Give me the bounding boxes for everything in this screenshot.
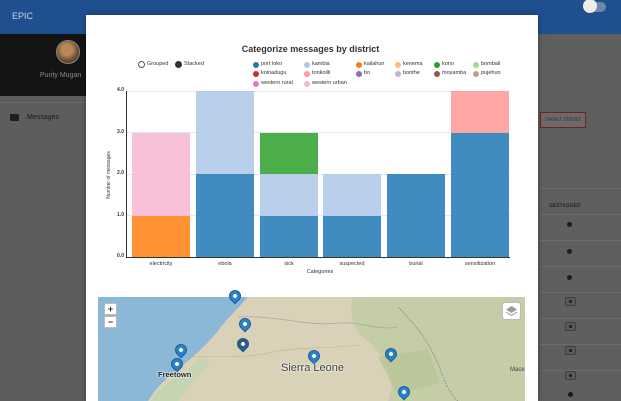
sidebar-item-messages[interactable]: Messages (27, 114, 59, 121)
table-divider (540, 344, 621, 345)
x-axis (126, 257, 510, 258)
legend-swatch (304, 61, 310, 68)
x-tick-label: suspected (339, 261, 365, 267)
legend-item[interactable]: bombali (481, 61, 500, 68)
row-action-icon[interactable] (567, 249, 572, 254)
bar-segment[interactable] (260, 132, 318, 174)
row-action-button[interactable] (565, 371, 576, 380)
map-label-country: Sierra Leone (281, 362, 344, 374)
bar-segment[interactable] (196, 174, 254, 257)
row-action-icon[interactable] (568, 392, 573, 397)
stacked-radio[interactable] (175, 61, 182, 68)
row-action-button[interactable] (565, 297, 576, 306)
row-action-icon[interactable] (567, 222, 572, 227)
y-tick-label: 3.0 (117, 128, 124, 135)
zoom-in-button[interactable]: + (104, 303, 117, 315)
legend-swatch (304, 70, 310, 77)
legend-swatch (395, 61, 401, 68)
table-divider (540, 318, 621, 319)
bar-segment[interactable] (260, 215, 318, 257)
user-name: Purity Mugan (40, 72, 82, 79)
legend-item[interactable]: pujehun (481, 70, 501, 77)
legend-swatch (356, 70, 362, 77)
sidebar-divider (0, 102, 86, 103)
row-action-button[interactable] (565, 346, 576, 355)
x-tick-label: electricity (149, 261, 173, 267)
bar-segment[interactable] (387, 174, 445, 257)
legend-swatch (304, 80, 310, 87)
x-axis-title: Categories (306, 269, 334, 275)
legend-item[interactable]: tonkolili (312, 70, 330, 77)
legend-item[interactable]: western urban (312, 80, 347, 87)
legend-swatch (253, 61, 259, 68)
legend-item[interactable]: western rural (261, 80, 293, 87)
legend-swatch (253, 80, 259, 87)
bar-segment[interactable] (132, 132, 190, 216)
sidebar (0, 96, 86, 401)
bar-segment[interactable] (323, 215, 381, 257)
legend-swatch (395, 70, 401, 77)
legend-swatch (253, 70, 259, 77)
map-label-city: Freetown (158, 370, 192, 379)
legend-item[interactable]: moyamba (442, 70, 466, 77)
map-label: Mace (510, 367, 525, 373)
messages-icon (10, 114, 19, 121)
table-divider (540, 188, 621, 189)
legend-item[interactable]: bonthe (403, 70, 420, 77)
x-tick-label: sick (284, 261, 294, 267)
legend-item[interactable]: koinadugu (261, 70, 286, 77)
x-tick-label: ebola (218, 261, 232, 267)
y-axis (126, 91, 127, 258)
table-divider (540, 292, 621, 293)
y-tick-label: 4.0 (117, 87, 124, 93)
bar-segment[interactable] (260, 174, 318, 216)
legend-item[interactable]: kambia (312, 61, 330, 68)
legend-swatch (434, 61, 440, 68)
legend-swatch (473, 70, 479, 77)
chart-title: Categorize messages by district (241, 44, 380, 54)
table-column-header: GESTAGGED (549, 203, 581, 209)
y-tick-label: 0.0 (117, 253, 124, 259)
table-divider (540, 214, 621, 215)
layers-button[interactable] (502, 302, 521, 320)
district-select[interactable]: Select district (540, 112, 586, 128)
layers-icon (505, 306, 518, 317)
legend-swatch (473, 61, 479, 68)
x-tick-label: burial (409, 261, 423, 267)
bar-segment[interactable] (451, 132, 509, 257)
bar-segment[interactable] (451, 91, 509, 133)
y-tick-label: 1.0 (117, 211, 124, 218)
grouped-radio[interactable] (138, 61, 145, 68)
bar-segment[interactable] (196, 91, 254, 174)
legend-item[interactable]: kono (442, 61, 454, 68)
legend-swatch (356, 61, 362, 68)
legend-item[interactable]: kailahun (364, 61, 385, 68)
legend-item[interactable]: kenema (403, 61, 423, 68)
y-axis-title: Number of messages (106, 151, 112, 199)
grouped-label[interactable]: Grouped (147, 61, 168, 68)
x-tick-label: sensitization (464, 261, 496, 267)
stacked-label[interactable]: Stacked (184, 61, 204, 68)
zoom-out-button[interactable]: − (104, 316, 117, 328)
app-title: EPIC (12, 11, 34, 21)
legend-item[interactable]: bo (364, 70, 370, 77)
legend-swatch (434, 70, 440, 77)
legend-item[interactable]: port loko (261, 61, 282, 68)
table-divider (540, 266, 621, 267)
row-action-button[interactable] (565, 322, 576, 331)
bar-segment[interactable] (132, 215, 190, 257)
table-divider (540, 370, 621, 371)
table-divider (540, 240, 621, 241)
row-action-icon[interactable] (567, 275, 572, 280)
bar-segment[interactable] (323, 174, 381, 216)
